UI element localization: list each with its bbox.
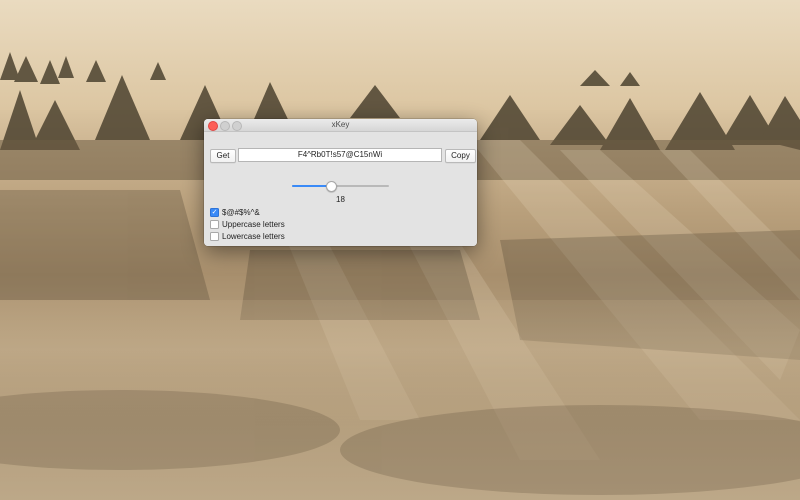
length-slider[interactable] — [292, 180, 389, 192]
option-uppercase-checkbox[interactable] — [210, 219, 219, 229]
length-value: 18 — [336, 195, 345, 204]
slider-fill — [292, 185, 331, 187]
option-symbols-label: $@#$%^& — [222, 207, 260, 217]
option-uppercase-row[interactable]: Uppercase letters — [210, 219, 285, 229]
option-symbols-row[interactable]: ✓ $@#$%^& — [210, 207, 260, 217]
desktop-wallpaper — [0, 0, 800, 500]
option-lowercase-label: Lowercase letters — [222, 231, 285, 241]
window-titlebar[interactable]: xKey — [204, 119, 477, 132]
get-button[interactable]: Get — [210, 149, 236, 163]
xkey-window: xKey Get Copy 18 ✓ $@#$%^& Uppercase let… — [204, 119, 477, 246]
password-field[interactable] — [238, 148, 442, 162]
slider-thumb[interactable] — [326, 181, 338, 192]
option-lowercase-row[interactable]: Lowercase letters — [210, 231, 285, 241]
wallpaper-scene — [0, 0, 800, 500]
option-symbols-checkbox[interactable]: ✓ — [210, 207, 219, 217]
copy-button[interactable]: Copy — [445, 149, 476, 163]
option-uppercase-label: Uppercase letters — [222, 219, 285, 229]
option-lowercase-checkbox[interactable] — [210, 231, 219, 241]
window-title: xKey — [331, 120, 350, 129]
window-content: Get Copy 18 ✓ $@#$%^& Uppercase letters … — [204, 132, 477, 246]
